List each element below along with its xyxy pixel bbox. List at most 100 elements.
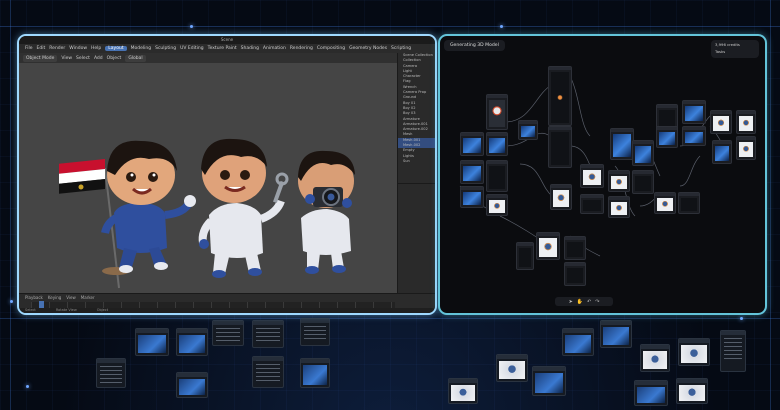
text-node[interactable] <box>548 126 572 168</box>
image-node[interactable] <box>678 192 700 214</box>
background-node <box>720 330 746 372</box>
circuit-trace <box>770 0 771 410</box>
image-node[interactable] <box>460 132 484 156</box>
view-menu[interactable]: View <box>61 56 72 61</box>
background-node <box>676 378 708 404</box>
outliner-row[interactable]: Sun <box>398 159 435 164</box>
status-select: Select <box>25 308 36 312</box>
background-node <box>135 328 169 356</box>
playhead[interactable] <box>39 301 44 308</box>
pointer-icon[interactable]: ➤ <box>569 299 573 305</box>
view-menu[interactable]: View <box>66 295 76 300</box>
image-node[interactable] <box>536 232 560 260</box>
credits-panel[interactable]: 3,996 credits Tasks <box>711 40 759 58</box>
properties-panel[interactable] <box>398 183 435 293</box>
tab-uv-editing[interactable]: UV Editing <box>180 46 203 51</box>
circuit-dot <box>26 385 29 388</box>
keying-menu[interactable]: Keying <box>48 295 61 300</box>
image-node[interactable] <box>486 94 508 130</box>
circuit-dot <box>740 317 743 320</box>
tab-compositing[interactable]: Compositing <box>317 46 345 51</box>
image-node[interactable] <box>580 164 604 188</box>
image-node[interactable] <box>712 140 732 164</box>
object-menu[interactable]: Object <box>107 56 122 61</box>
image-node[interactable] <box>580 194 604 214</box>
marker-menu[interactable]: Marker <box>81 295 95 300</box>
add-menu[interactable]: Add <box>94 56 103 61</box>
menu-file[interactable]: File <box>25 46 33 51</box>
background-node <box>176 372 208 398</box>
image-node[interactable] <box>548 66 572 126</box>
image-node[interactable] <box>486 132 508 156</box>
circuit-dot <box>190 25 193 28</box>
blender-window: Scene File Edit Render Window Help Layou… <box>17 34 437 315</box>
background-node <box>96 358 126 388</box>
character-camera <box>298 150 355 274</box>
tab-animation[interactable]: Animation <box>263 46 286 51</box>
status-rotate: Rotate View <box>55 308 77 312</box>
tab-layout[interactable]: Layout <box>105 46 127 51</box>
menu-window[interactable]: Window <box>69 46 87 51</box>
tab-rendering[interactable]: Rendering <box>290 46 313 51</box>
background-node <box>176 328 208 356</box>
image-node[interactable] <box>682 100 706 124</box>
tab-sculpting[interactable]: Sculpting <box>155 46 176 51</box>
image-node[interactable] <box>710 110 732 134</box>
redo-icon[interactable]: ↷ <box>595 299 599 305</box>
image-node[interactable] <box>486 194 508 216</box>
image-node[interactable] <box>654 192 676 214</box>
viewport-header: Object Mode View Select Add Object Globa… <box>19 53 401 63</box>
tab-modeling[interactable]: Modeling <box>131 46 151 51</box>
image-node[interactable] <box>682 126 706 146</box>
mode-select[interactable]: Object Mode <box>23 54 58 62</box>
image-node[interactable] <box>564 262 586 286</box>
text-node[interactable] <box>516 242 534 270</box>
background-node <box>252 320 284 348</box>
generation-status: Generating 3D Model <box>444 40 505 51</box>
circuit-dot <box>500 25 503 28</box>
node-editor-window: Generating 3D Model 3,996 credits Tasks … <box>438 34 767 315</box>
image-node[interactable] <box>656 126 678 148</box>
circuit-trace <box>0 26 780 27</box>
image-node[interactable] <box>564 236 586 260</box>
image-node[interactable] <box>460 186 484 208</box>
canvas-toolbar: ➤ ✋ ↶ ↷ <box>555 297 613 306</box>
transform-orientation[interactable]: Global <box>125 54 146 62</box>
image-node[interactable] <box>632 170 654 194</box>
background-node <box>300 358 330 388</box>
character-white <box>198 138 289 278</box>
undo-icon[interactable]: ↶ <box>587 299 591 305</box>
tab-shading[interactable]: Shading <box>241 46 259 51</box>
image-node[interactable] <box>550 184 572 210</box>
background-node <box>496 354 528 382</box>
background-node <box>300 318 330 346</box>
image-node[interactable] <box>608 170 630 192</box>
tab-texture-paint[interactable]: Texture Paint <box>208 46 237 51</box>
image-node[interactable] <box>518 120 538 140</box>
image-node[interactable] <box>608 196 630 218</box>
outliner-panel: Scene Collection Collection Camera Light… <box>397 53 435 293</box>
title-text: Scene <box>220 37 234 42</box>
status-object: Object <box>96 308 109 312</box>
hand-icon[interactable]: ✋ <box>577 299 583 305</box>
credits-count: 3,996 credits <box>715 42 740 47</box>
background-node <box>532 366 566 396</box>
menu-edit[interactable]: Edit <box>37 46 46 51</box>
text-node[interactable] <box>486 160 508 192</box>
image-node[interactable] <box>610 128 634 160</box>
menu-render[interactable]: Render <box>49 46 65 51</box>
image-node[interactable] <box>460 160 484 184</box>
wrench-icon <box>273 172 289 203</box>
image-node[interactable] <box>736 136 756 160</box>
rocket-icon <box>489 100 505 127</box>
tab-scripting[interactable]: Scripting <box>391 46 411 51</box>
background-node <box>600 320 632 348</box>
background-node <box>448 378 478 404</box>
image-node[interactable] <box>632 140 654 166</box>
select-menu[interactable]: Select <box>76 56 90 61</box>
image-node[interactable] <box>736 110 756 134</box>
menu-help[interactable]: Help <box>91 46 101 51</box>
tab-geometry-nodes[interactable]: Geometry Nodes <box>349 46 387 51</box>
playback-menu[interactable]: Playback <box>25 295 43 300</box>
3d-viewport[interactable] <box>19 63 397 293</box>
